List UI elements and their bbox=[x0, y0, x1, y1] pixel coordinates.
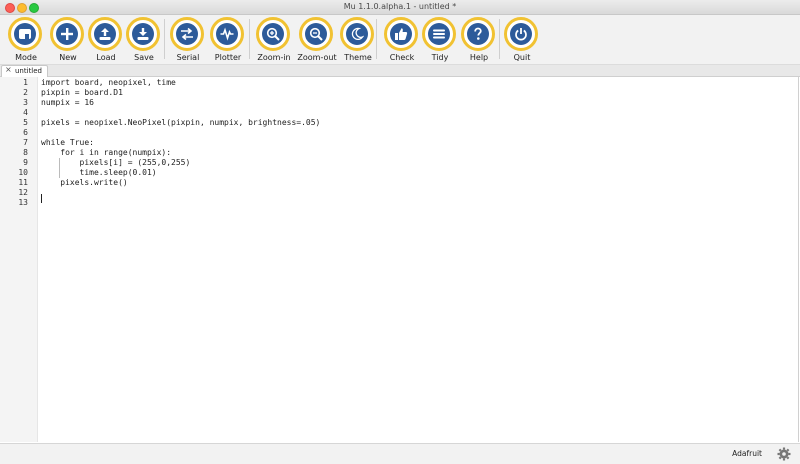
line-number: 2 bbox=[23, 88, 28, 97]
code-line: import board, neopixel, time bbox=[41, 78, 176, 87]
line-number: 8 bbox=[23, 148, 28, 157]
question-icon bbox=[474, 27, 482, 40]
tab-untitled[interactable]: × untitled * bbox=[1, 65, 48, 86]
status-bar: Adafruit bbox=[0, 443, 800, 464]
pulse-icon bbox=[220, 27, 234, 41]
indent-guide bbox=[59, 158, 60, 178]
moon-icon bbox=[351, 27, 364, 41]
title-bar: Mu 1.1.0.alpha.1 - untitled * bbox=[0, 0, 800, 15]
line-number: 3 bbox=[23, 98, 28, 107]
line-number: 4 bbox=[23, 108, 28, 117]
mode-indicator[interactable]: Adafruit bbox=[732, 449, 762, 458]
quit-button[interactable]: Quit bbox=[500, 17, 544, 63]
code-editor[interactable]: 1 2 3 4 5 6 7 8 9 10 11 12 13 import boa… bbox=[0, 77, 799, 442]
plotter-button[interactable]: Plotter bbox=[206, 17, 250, 63]
code-line: while True: bbox=[41, 138, 94, 147]
power-icon bbox=[515, 28, 527, 41]
code-line: pixels.write() bbox=[41, 178, 128, 187]
gear-icon[interactable] bbox=[777, 447, 791, 461]
line-number: 13 bbox=[18, 198, 28, 207]
zoom-in-icon bbox=[266, 27, 280, 41]
toolbar: Mode New Load Save Serial Plotter Zoom-i… bbox=[0, 15, 800, 65]
line-number: 12 bbox=[18, 188, 28, 197]
line-number: 11 bbox=[18, 178, 28, 187]
download-icon bbox=[137, 28, 149, 40]
close-icon[interactable]: × bbox=[5, 65, 12, 74]
mode-icon bbox=[19, 29, 31, 39]
thumbs-up-icon bbox=[395, 28, 408, 40]
line-number: 10 bbox=[18, 168, 28, 177]
code-line: pixels = neopixel.NeoPixel(pixpin, numpi… bbox=[41, 118, 321, 127]
swap-arrows-icon bbox=[181, 27, 193, 41]
line-number: 9 bbox=[23, 158, 28, 167]
line-number: 5 bbox=[23, 118, 28, 127]
text-cursor bbox=[41, 194, 42, 203]
quit-label: Quit bbox=[513, 53, 531, 62]
code-line: for i in range(numpix): bbox=[41, 148, 172, 157]
code-line: pixels[i] = (255,0,255) bbox=[41, 158, 191, 167]
zoom-out-icon bbox=[309, 27, 323, 41]
line-number: 1 bbox=[23, 78, 28, 87]
upload-icon bbox=[99, 28, 111, 40]
plus-icon bbox=[61, 28, 73, 40]
line-number: 7 bbox=[23, 138, 28, 147]
tab-bar: × untitled * bbox=[0, 65, 800, 86]
code-line: numpix = 16 bbox=[41, 98, 94, 107]
line-number-gutter: 1 2 3 4 5 6 7 8 9 10 11 12 13 bbox=[0, 77, 38, 442]
code-line: pixpin = board.D1 bbox=[41, 88, 123, 97]
window-title: Mu 1.1.0.alpha.1 - untitled * bbox=[343, 2, 457, 11]
line-number: 6 bbox=[23, 128, 28, 137]
lines-icon bbox=[433, 29, 445, 39]
